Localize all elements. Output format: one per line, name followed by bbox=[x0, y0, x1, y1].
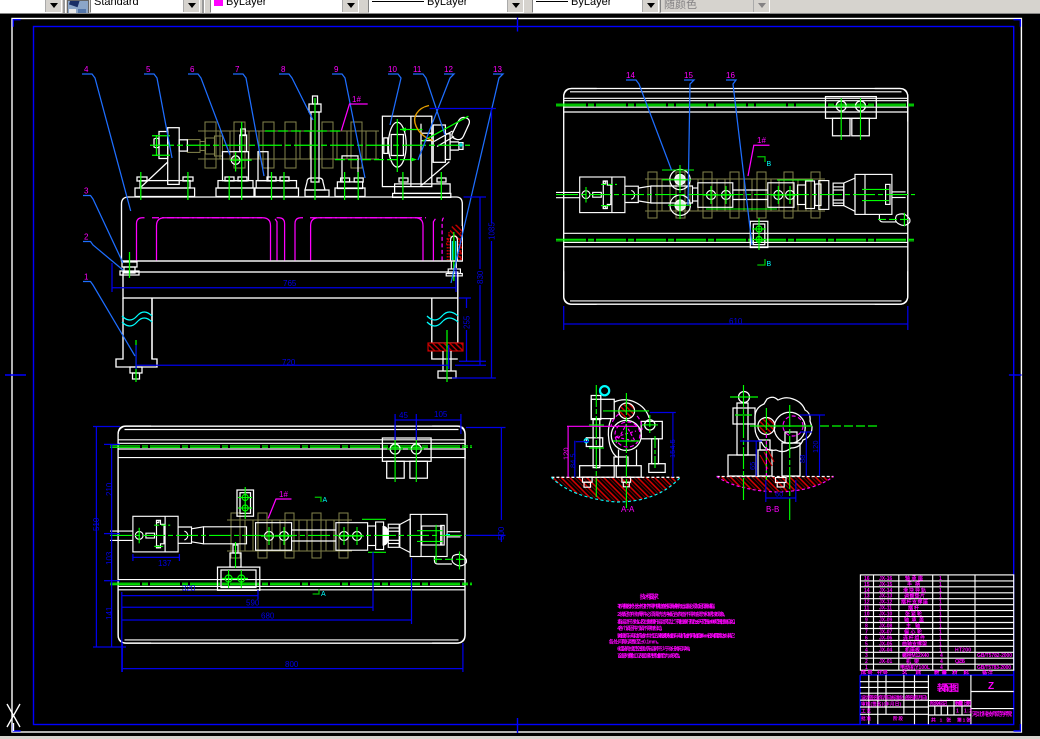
svg-text:比例: 比例 bbox=[964, 700, 971, 707]
svg-text:103: 103 bbox=[105, 551, 114, 565]
svg-text:工艺: 工艺 bbox=[861, 708, 871, 715]
svg-text:B-B: B-B bbox=[766, 505, 779, 514]
svg-text:共 1 张: 共 1 张 bbox=[931, 717, 951, 724]
svg-text:河北科技师范学院: 河北科技师范学院 bbox=[972, 710, 1012, 718]
svg-text:A-A: A-A bbox=[621, 505, 635, 514]
svg-text:137: 137 bbox=[158, 559, 172, 568]
svg-text:审核(签名)(年月日): 审核(签名)(年月日) bbox=[861, 701, 901, 708]
svg-text:JX-01: JX-01 bbox=[879, 659, 893, 665]
svg-text:(签名) (年月日): (签名) (年月日) bbox=[905, 694, 928, 701]
svg-text:14: 14 bbox=[626, 71, 635, 80]
svg-text:16: 16 bbox=[726, 71, 735, 80]
svg-text:1: 1 bbox=[84, 273, 89, 282]
svg-text:11: 11 bbox=[413, 65, 422, 74]
svg-text:1#: 1# bbox=[279, 490, 288, 499]
svg-text:调整垫片: 调整垫片 bbox=[904, 593, 925, 600]
svg-text:GB/T5782-2000: GB/T5782-2000 bbox=[977, 653, 1012, 659]
svg-text:A: A bbox=[323, 497, 328, 504]
svg-text:4. 各个紧固件拧紧, 不得有松动。: 4. 各个紧固件拧紧, 不得有松动。 bbox=[617, 625, 665, 632]
svg-text:4: 4 bbox=[84, 65, 89, 74]
svg-text:8: 8 bbox=[281, 65, 286, 74]
svg-text:阶段标记: 阶段标记 bbox=[930, 700, 947, 707]
svg-text:曲轴支撑架: 曲轴支撑架 bbox=[902, 640, 927, 647]
svg-text:7. 全部外露加工表面涂防锈油, 颜色为淡灰色。: 7. 全部外露加工表面涂防锈油, 颜色为淡灰色。 bbox=[617, 653, 683, 660]
svg-text:3. 各运动干涉处-以及往复摆杆运动灵活上下限, 柱塞行程在: 3. 各运动干涉处-以及往复摆杆运动灵活上下限, 柱塞行程在±2天范围≤±100… bbox=[617, 619, 739, 626]
svg-text:批准: 批准 bbox=[861, 715, 871, 722]
svg-text:210: 210 bbox=[105, 482, 114, 496]
svg-text:偏心轮: 偏心轮 bbox=[904, 628, 922, 635]
svg-text:1. 不完整齿轮分齿卡住时不得开机 检查各润滑点, 所有运动: 1. 不完整齿轮分齿卡住时不得开机 检查各润滑点, 所有运动副必须加足润滑油脂。 bbox=[617, 603, 718, 610]
svg-text:技术要求: 技术要求 bbox=[640, 593, 660, 601]
svg-text:Q235: Q235 bbox=[955, 659, 965, 665]
svg-text:各处间隙调整至±0.1mm。: 各处间隙调整至±0.1mm。 bbox=[608, 638, 662, 645]
svg-text:120: 120 bbox=[811, 440, 820, 453]
svg-text:1: 1 bbox=[956, 709, 959, 715]
svg-text:154.5: 154.5 bbox=[668, 439, 677, 458]
svg-text:5. 减速机与电动机轴对中找正误差≤0.1, 联轴器与电机轴: 5. 减速机与电动机轴对中找正误差≤0.1, 联轴器与电机轴的同轴度≤0.5mm… bbox=[617, 632, 735, 639]
svg-text:105: 105 bbox=[434, 410, 448, 419]
svg-text:141: 141 bbox=[105, 606, 114, 620]
svg-text:590: 590 bbox=[246, 599, 260, 608]
svg-text:JX-04: JX-04 bbox=[879, 647, 893, 653]
svg-text:数量: 数量 bbox=[955, 700, 963, 707]
svg-text:7: 7 bbox=[235, 65, 240, 74]
svg-text:10: 10 bbox=[388, 65, 397, 74]
svg-text:830: 830 bbox=[476, 270, 485, 284]
svg-text:轴承盖: 轴承盖 bbox=[904, 617, 924, 624]
svg-text:2: 2 bbox=[84, 233, 89, 242]
svg-text:13: 13 bbox=[493, 65, 502, 74]
svg-text:装配图: 装配图 bbox=[936, 682, 959, 693]
svg-text:5: 5 bbox=[146, 65, 151, 74]
svg-text:680: 680 bbox=[261, 612, 275, 621]
svg-text:765: 765 bbox=[283, 279, 297, 288]
svg-text:摆杆: 摆杆 bbox=[908, 605, 919, 612]
svg-text:6. 组装完成后空载试车运转不少于30分钟, 无异响。: 6. 组装完成后空载试车运转不少于30分钟, 无异响。 bbox=[617, 646, 693, 653]
svg-text:1#: 1# bbox=[757, 136, 766, 145]
svg-text:500: 500 bbox=[497, 526, 506, 540]
svg-text:设计(签名) (年月日) 标准化: 设计(签名) (年月日) 标准化 bbox=[861, 694, 904, 701]
svg-text:800: 800 bbox=[285, 660, 299, 669]
svg-text:第 1 张: 第 1 张 bbox=[957, 717, 971, 724]
svg-text:B: B bbox=[767, 261, 772, 268]
svg-text:84.5: 84.5 bbox=[568, 453, 577, 468]
svg-text:12: 12 bbox=[444, 65, 453, 74]
svg-text:1#: 1# bbox=[352, 95, 361, 104]
svg-text:255: 255 bbox=[462, 315, 471, 329]
svg-text:6: 6 bbox=[190, 65, 195, 74]
svg-text:45: 45 bbox=[399, 411, 408, 420]
svg-text:1:2: 1:2 bbox=[964, 709, 972, 715]
svg-text:60: 60 bbox=[775, 490, 783, 499]
svg-text:HT200: HT200 bbox=[955, 647, 971, 653]
svg-text:阶段: 阶段 bbox=[893, 715, 903, 722]
svg-text:88: 88 bbox=[798, 455, 807, 463]
svg-text:9: 9 bbox=[334, 65, 339, 74]
svg-text:2. 装配前所有零件必须清洗洁净, 配合表面不得有损伤和锈蚀: 2. 装配前所有零件必须清洗洁净, 配合表面不得有损伤和锈蚀现象。 bbox=[617, 611, 728, 618]
svg-text:510: 510 bbox=[92, 517, 101, 531]
svg-text:610: 610 bbox=[729, 317, 743, 326]
svg-text:65: 65 bbox=[748, 462, 757, 470]
svg-text:B: B bbox=[767, 161, 772, 168]
svg-text:3: 3 bbox=[84, 187, 89, 196]
svg-text:720: 720 bbox=[282, 358, 296, 367]
svg-text:1085: 1085 bbox=[487, 222, 496, 240]
svg-text:Z: Z bbox=[988, 681, 994, 692]
svg-text:15: 15 bbox=[684, 71, 693, 80]
svg-text:A: A bbox=[321, 591, 326, 598]
svg-text:螺栓M12X40: 螺栓M12X40 bbox=[902, 652, 929, 659]
svg-text:320: 320 bbox=[182, 584, 196, 593]
